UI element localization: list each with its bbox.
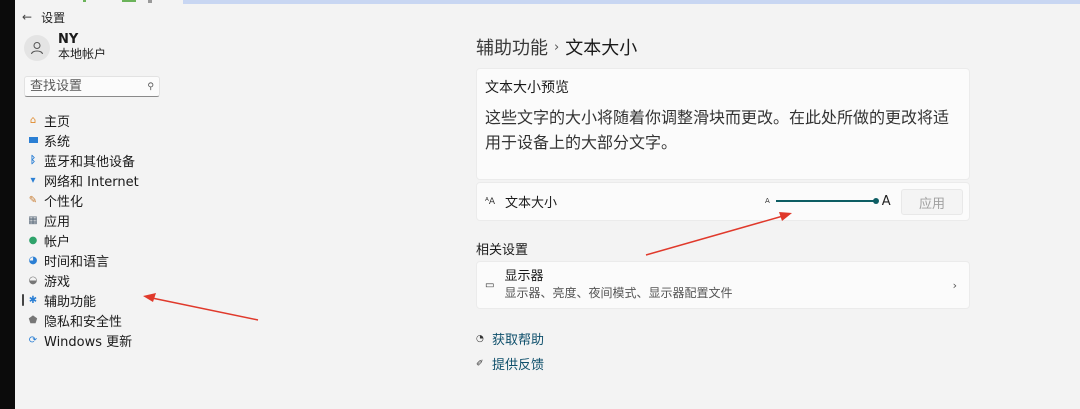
text-size-label: 文本大小 (505, 196, 558, 211)
chevron-right-icon: › (952, 278, 957, 292)
help-icon: ◔ (476, 333, 484, 344)
get-help-link[interactable]: ◔ 获取帮助 (476, 329, 544, 348)
apps-icon: ▦ (28, 214, 38, 226)
accessibility-icon: ✱ (28, 294, 38, 306)
update-icon: ⟳ (28, 334, 38, 346)
sidebar-item-time-language[interactable]: ◕ 时间和语言 (26, 250, 166, 270)
sidebar-item-bluetooth[interactable]: ᛒ 蓝牙和其他设备 (26, 150, 166, 170)
slider-min-label: A (765, 197, 770, 205)
text-size-preview-card: 文本大小预览 这些文字的大小将随着你调整滑块而更改。在此处所做的更改将适用于设备… (476, 68, 970, 180)
sidebar-item-home[interactable]: ⌂ 主页 (26, 110, 166, 130)
sidebar-item-label: 系统 (44, 134, 71, 150)
system-icon (26, 137, 40, 143)
sidebar-item-label: 网络和 Internet (44, 174, 139, 190)
sidebar-item-label: 帐户 (44, 234, 71, 250)
wifi-icon: ▾ (30, 174, 36, 186)
sidebar-item-label: 游戏 (44, 274, 71, 290)
screen-edge (0, 0, 15, 409)
sidebar-item-label: 蓝牙和其他设备 (44, 154, 136, 170)
sidebar-item-accounts[interactable]: ● 帐户 (26, 230, 166, 250)
sidebar-item-label: Windows 更新 (44, 334, 133, 350)
sidebar-nav: ⌂ 主页 系统 ᛒ 蓝牙和其他设备 ▾ 网络和 Internet ✎ 个性化 ▦… (22, 110, 166, 350)
person-icon (31, 41, 43, 54)
display-settings-link[interactable]: ▭ 显示器 显示器、亮度、夜间模式、显示器配置文件 › (476, 261, 970, 309)
text-size-slider[interactable]: A A (765, 193, 891, 209)
back-arrow-icon[interactable]: ← (22, 10, 32, 24)
sidebar-item-label: 应用 (44, 214, 71, 230)
get-help-label: 获取帮助 (492, 333, 545, 348)
chevron-right-icon: › (554, 39, 560, 55)
search-box[interactable]: ⚲ (24, 76, 160, 97)
give-feedback-label: 提供反馈 (492, 358, 545, 373)
taskbar-mark (83, 0, 86, 2)
sidebar-item-privacy[interactable]: ⬟ 隐私和安全性 (26, 310, 166, 330)
annotation-arrow (645, 215, 784, 256)
text-size-icon: ᴬA (485, 196, 496, 207)
search-input[interactable] (30, 79, 140, 94)
give-feedback-link[interactable]: ✐ 提供反馈 (476, 354, 544, 373)
breadcrumb: 辅助功能 › 文本大小 (476, 34, 637, 60)
taskbar-mark (122, 0, 136, 2)
sidebar-item-windows-update[interactable]: ⟳ Windows 更新 (26, 330, 166, 350)
sidebar-item-gaming[interactable]: ◒ 游戏 (26, 270, 166, 290)
annotation-arrow (151, 297, 259, 321)
sidebar-item-personalization[interactable]: ✎ 个性化 (26, 190, 166, 210)
monitor-icon: ▭ (485, 279, 495, 291)
window-title: 设置 (41, 10, 66, 25)
slider-track[interactable] (775, 198, 879, 204)
title-bar: ← 设置 (22, 8, 65, 26)
slider-max-label: A (881, 193, 891, 209)
related-settings-heading: 相关设置 (476, 243, 529, 258)
sidebar-item-label: 主页 (44, 114, 71, 130)
sidebar-item-label: 个性化 (44, 194, 84, 210)
apply-button[interactable]: 应用 (901, 189, 963, 215)
display-title: 显示器 (504, 269, 544, 284)
search-icon[interactable]: ⚲ (147, 82, 154, 92)
taskbar-mark (148, 0, 152, 3)
user-profile[interactable]: NY 本地帐户 (24, 33, 106, 62)
preview-title: 文本大小预览 (485, 80, 569, 96)
shield-icon: ⬟ (28, 314, 38, 326)
sidebar-item-label: 隐私和安全性 (44, 314, 123, 330)
text-size-setting-row: ᴬA 文本大小 A A 应用 (476, 182, 970, 221)
feedback-icon: ✐ (476, 358, 484, 369)
account-icon: ● (28, 234, 38, 246)
brush-icon: ✎ (28, 194, 38, 206)
bluetooth-icon: ᛒ (30, 154, 36, 166)
sidebar-item-label: 时间和语言 (44, 254, 110, 270)
page-title: 文本大小 (565, 38, 638, 59)
user-name: NY (58, 32, 79, 47)
sidebar-item-network[interactable]: ▾ 网络和 Internet (26, 170, 166, 190)
display-subtitle: 显示器、亮度、夜间模式、显示器配置文件 (504, 286, 733, 300)
avatar (24, 34, 50, 61)
slider-thumb[interactable] (872, 198, 879, 204)
home-icon: ⌂ (29, 114, 37, 126)
preview-text: 这些文字的大小将随着你调整滑块而更改。在此处所做的更改将适用于设备上的大部分文字… (485, 108, 950, 152)
taskbar-strip (183, 0, 1080, 4)
breadcrumb-parent[interactable]: 辅助功能 (476, 34, 548, 60)
clock-globe-icon: ◕ (28, 254, 38, 266)
account-type: 本地帐户 (58, 47, 107, 61)
sidebar-item-label: 辅助功能 (44, 294, 97, 310)
sidebar-item-system[interactable]: 系统 (26, 130, 166, 150)
gamepad-icon: ◒ (28, 274, 38, 286)
sidebar-item-accessibility[interactable]: ✱ 辅助功能 (22, 290, 166, 310)
sidebar-item-apps[interactable]: ▦ 应用 (26, 210, 166, 230)
